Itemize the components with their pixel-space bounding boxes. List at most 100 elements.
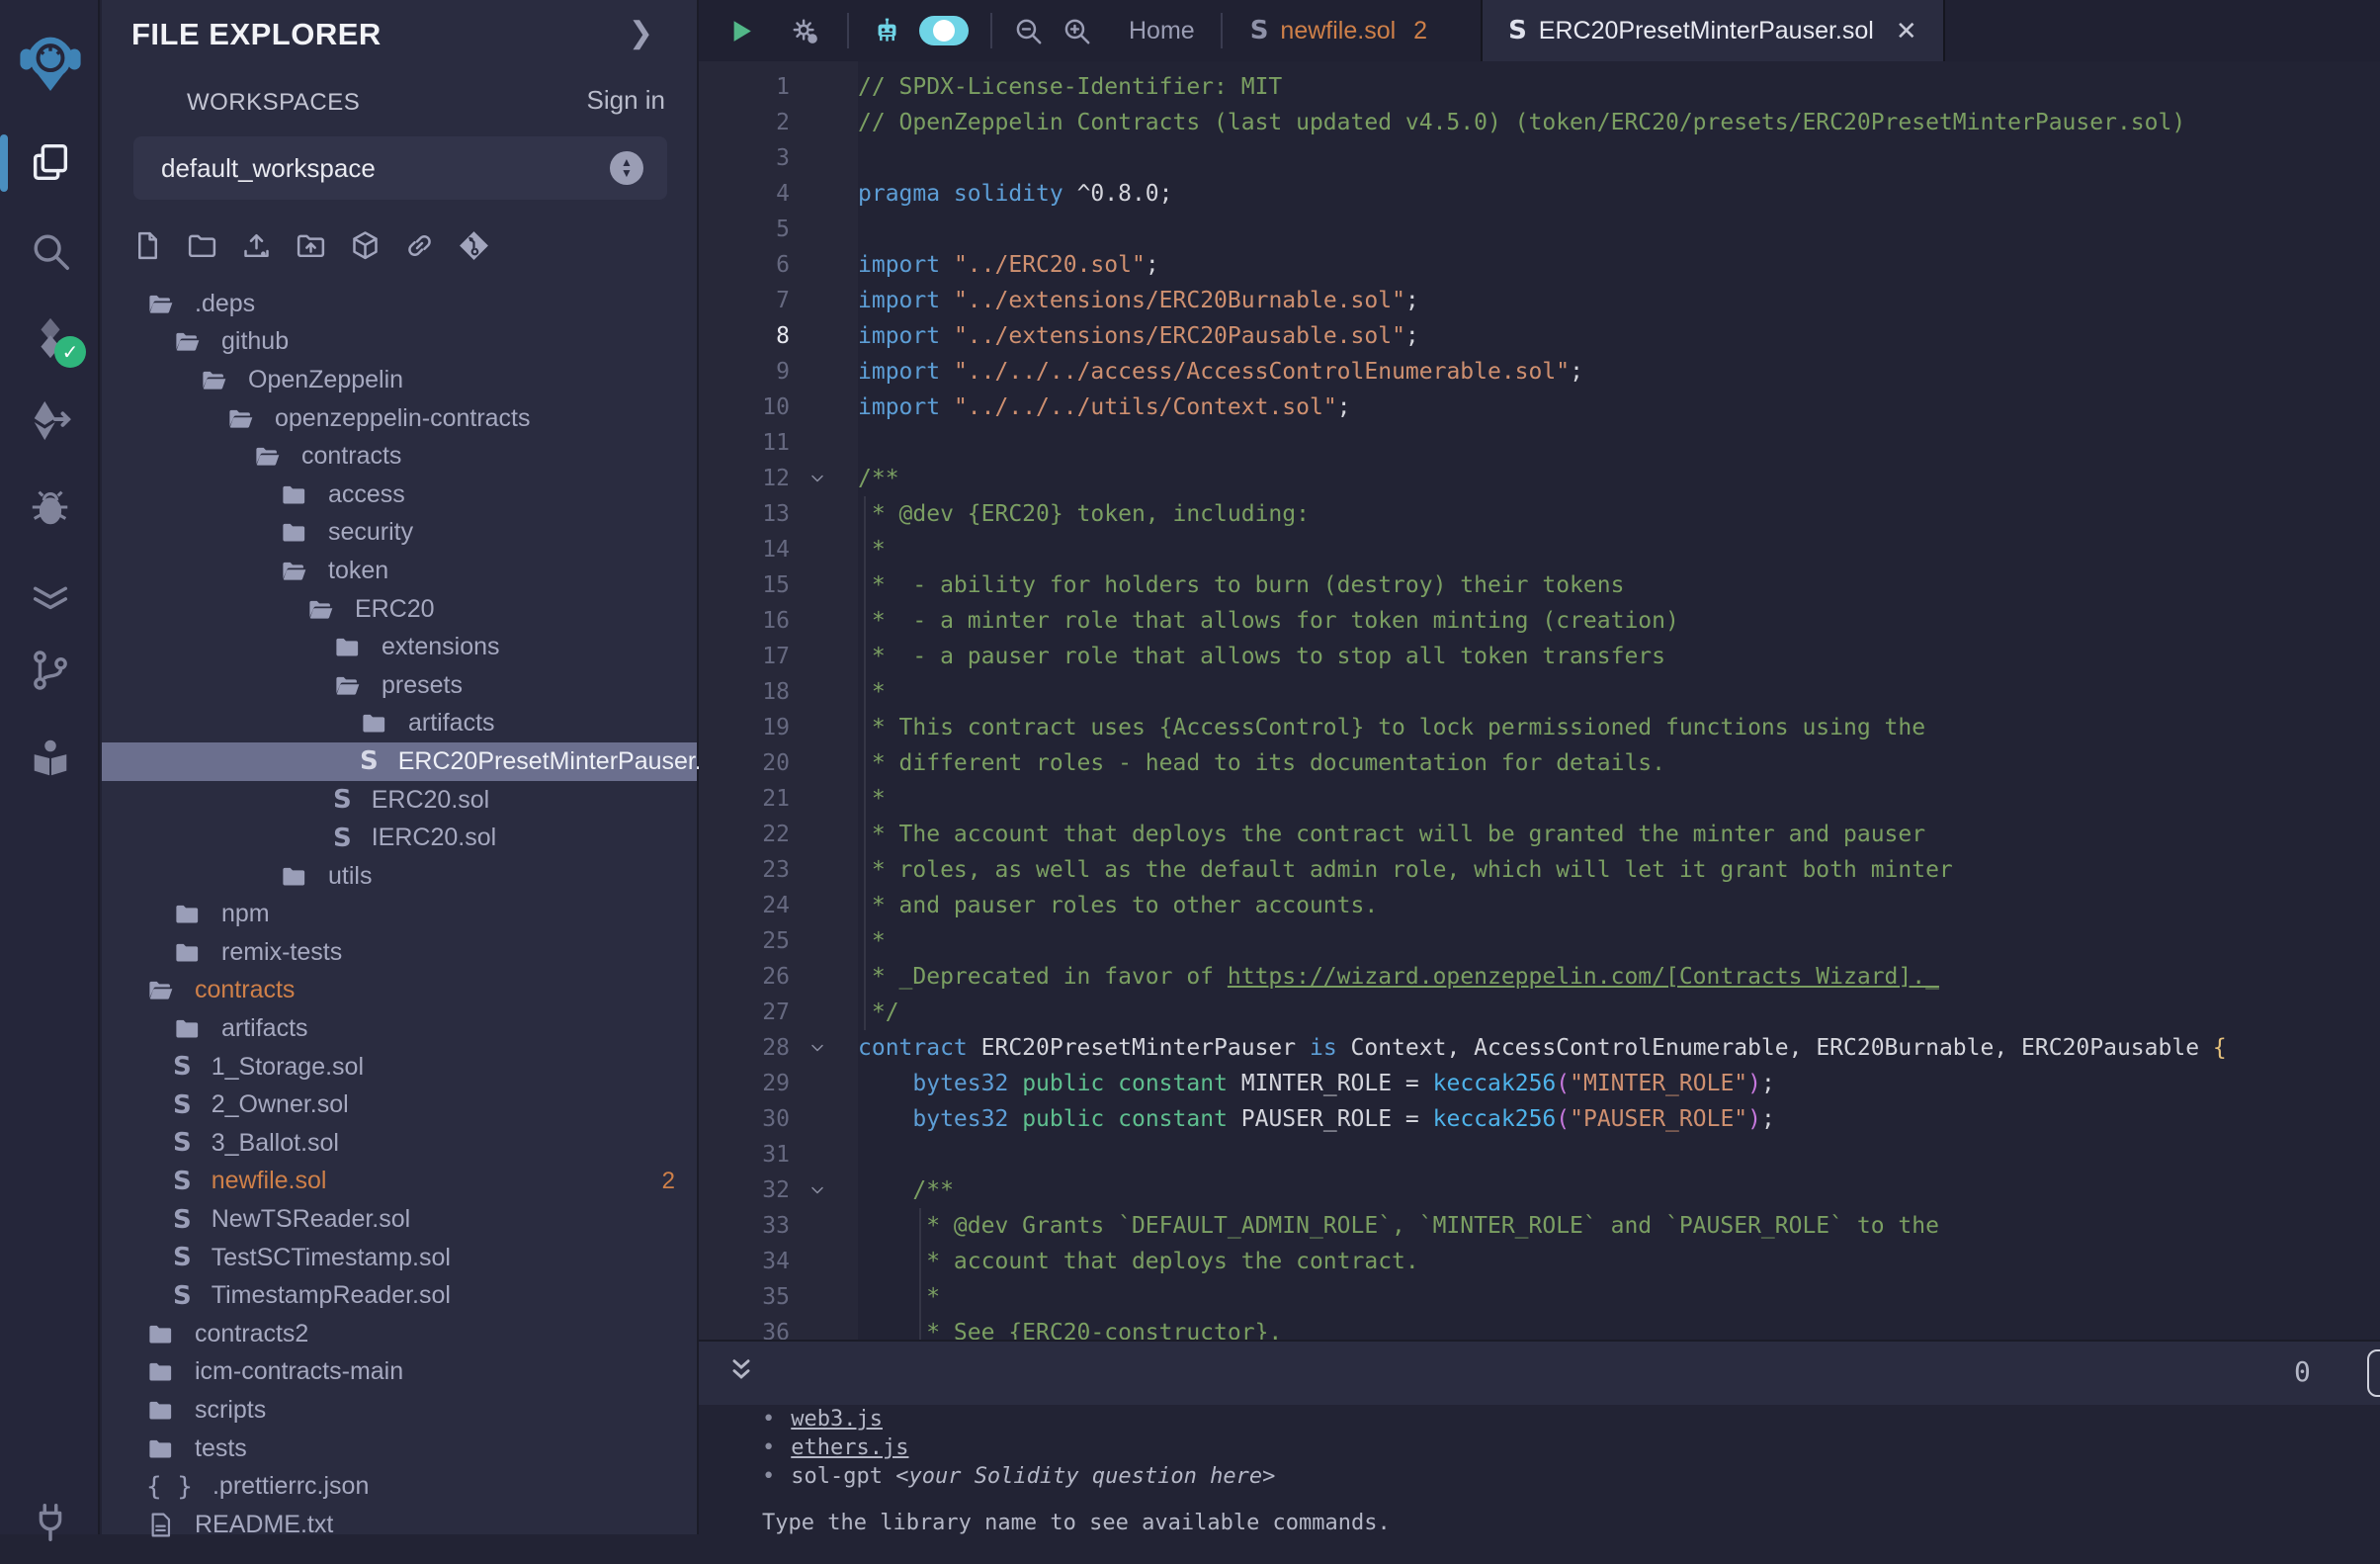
- zoom-in-button[interactable]: [1061, 15, 1093, 47]
- tree-item-security[interactable]: security: [102, 514, 697, 553]
- code-line-2[interactable]: 2// OpenZeppelin Contracts (last updated…: [699, 105, 2380, 140]
- activity-debugger[interactable]: [0, 466, 100, 549]
- tree-item-erc20[interactable]: ERC20: [102, 590, 697, 629]
- tab-newfile.sol[interactable]: Snewfile.sol2: [1223, 0, 1455, 61]
- zoom-out-button[interactable]: [1012, 15, 1045, 47]
- terminal-link[interactable]: web3.js: [791, 1407, 883, 1432]
- code-line-8[interactable]: 8import "../extensions/ERC20Pausable.sol…: [699, 318, 2380, 354]
- tree-item-icm-contracts-main[interactable]: icm-contracts-main: [102, 1353, 697, 1392]
- upload-folder-button[interactable]: [295, 229, 327, 267]
- code-line-19[interactable]: 19 * This contract uses {AccessControl} …: [699, 710, 2380, 745]
- code-line-24[interactable]: 24 * and pauser roles to other accounts.: [699, 888, 2380, 923]
- code-line-5[interactable]: 5: [699, 212, 2380, 247]
- code-line-13[interactable]: 13 * @dev {ERC20} token, including:: [699, 496, 2380, 532]
- activity-file-explorer[interactable]: [0, 121, 100, 204]
- workspace-select[interactable]: default_workspace ▲▼: [133, 136, 667, 200]
- code-line-21[interactable]: 21 *: [699, 781, 2380, 817]
- code-line-23[interactable]: 23 * roles, as well as the default admin…: [699, 852, 2380, 888]
- tree-item-remix-tests[interactable]: remix-tests: [102, 933, 697, 972]
- activity-git[interactable]: [0, 629, 100, 712]
- tree-item-erc20presetminterpauser-[interactable]: SERC20PresetMinterPauser...: [102, 742, 697, 781]
- code-line-22[interactable]: 22 * The account that deploys the contra…: [699, 817, 2380, 852]
- code-line-7[interactable]: 7import "../extensions/ERC20Burnable.sol…: [699, 283, 2380, 318]
- tree-item-tests[interactable]: tests: [102, 1430, 697, 1468]
- code-line-17[interactable]: 17 * - a pauser role that allows to stop…: [699, 639, 2380, 674]
- activity-remix-logo[interactable]: [0, 20, 100, 103]
- tree-item-newtsreader-sol[interactable]: SNewTSReader.sol: [102, 1200, 697, 1239]
- terminal-collapse-icon[interactable]: [724, 1355, 758, 1389]
- code-line-25[interactable]: 25 *: [699, 923, 2380, 959]
- code-line-1[interactable]: 1// SPDX-License-Identifier: MIT: [699, 69, 2380, 105]
- tree-item-extensions[interactable]: extensions: [102, 628, 697, 666]
- upload-file-button[interactable]: [240, 229, 273, 267]
- code-line-3[interactable]: 3: [699, 140, 2380, 176]
- tree-item-openzeppelin[interactable]: OpenZeppelin: [102, 361, 697, 399]
- tree-item-timestampreader-sol[interactable]: STimestampReader.sol: [102, 1276, 697, 1315]
- tree-item-contracts[interactable]: contracts: [102, 972, 697, 1010]
- code-line-10[interactable]: 10import "../../../utils/Context.sol";: [699, 390, 2380, 425]
- ai-assistant-icon[interactable]: [871, 15, 903, 47]
- activity-search[interactable]: [0, 210, 100, 293]
- tree-item-openzeppelin-contracts[interactable]: openzeppelin-contracts: [102, 399, 697, 438]
- tree-item-newfile-sol[interactable]: Snewfile.sol2: [102, 1163, 697, 1201]
- activity-plug[interactable]: [0, 1481, 100, 1564]
- code-line-32[interactable]: 32 /**: [699, 1173, 2380, 1208]
- git-clone-button[interactable]: [458, 229, 490, 267]
- settings-gear-button[interactable]: [789, 15, 821, 47]
- tab-ERC20PresetMinterPauser.sol[interactable]: SERC20PresetMinterPauser.sol✕: [1481, 0, 1945, 61]
- ai-copilot-toggle[interactable]: [919, 16, 969, 45]
- tree-item-erc20-sol[interactable]: SERC20.sol: [102, 781, 697, 820]
- run-script-button[interactable]: [724, 15, 757, 47]
- tree-item-token[interactable]: token: [102, 552, 697, 590]
- tree-item-readme-txt[interactable]: README.txt: [102, 1506, 697, 1544]
- link-button[interactable]: [403, 229, 436, 267]
- code-line-33[interactable]: 33 * @dev Grants `DEFAULT_ADMIN_ROLE`, `…: [699, 1208, 2380, 1244]
- code-line-27[interactable]: 27 */: [699, 995, 2380, 1030]
- tree-item-1-storage-sol[interactable]: S1_Storage.sol: [102, 1048, 697, 1086]
- tree-item-utils[interactable]: utils: [102, 857, 697, 896]
- code-line-29[interactable]: 29 bytes32 public constant MINTER_ROLE =…: [699, 1066, 2380, 1101]
- activity-deploy-run[interactable]: [0, 380, 100, 463]
- code-line-30[interactable]: 30 bytes32 public constant PAUSER_ROLE =…: [699, 1101, 2380, 1137]
- tree-item-github[interactable]: github: [102, 323, 697, 362]
- code-line-26[interactable]: 26 * _Deprecated in favor of https://wiz…: [699, 959, 2380, 995]
- sign-in-button[interactable]: Sign in: [575, 85, 666, 116]
- tree-item-testsctimestamp-sol[interactable]: STestSCTimestamp.sol: [102, 1239, 697, 1277]
- tree-item-3-ballot-sol[interactable]: S3_Ballot.sol: [102, 1124, 697, 1163]
- tree-item-scripts[interactable]: scripts: [102, 1391, 697, 1430]
- code-line-36[interactable]: 36 * See {ERC20-constructor}.: [699, 1315, 2380, 1340]
- code-line-16[interactable]: 16 * - a minter role that allows for tok…: [699, 603, 2380, 639]
- code-line-28[interactable]: 28contract ERC20PresetMinterPauser is Co…: [699, 1030, 2380, 1066]
- code-line-15[interactable]: 15 * - ability for holders to burn (dest…: [699, 567, 2380, 603]
- code-line-6[interactable]: 6import "../ERC20.sol";: [699, 247, 2380, 283]
- activity-plugin-box[interactable]: [0, 716, 100, 799]
- tree-item-ierc20-sol[interactable]: SIERC20.sol: [102, 819, 697, 857]
- code-line-4[interactable]: 4pragma solidity ^0.8.0;: [699, 176, 2380, 212]
- code-line-11[interactable]: 11: [699, 425, 2380, 461]
- tree-item-artifacts[interactable]: artifacts: [102, 1009, 697, 1048]
- activity-solidity-compiler[interactable]: ✓: [0, 297, 100, 380]
- tree-item-access[interactable]: access: [102, 476, 697, 514]
- activity-unit-testing[interactable]: [0, 554, 100, 637]
- tree-item-npm[interactable]: npm: [102, 896, 697, 934]
- code-line-34[interactable]: 34 * account that deploys the contract.: [699, 1244, 2380, 1279]
- code-line-31[interactable]: 31: [699, 1137, 2380, 1173]
- fold-chevron-icon[interactable]: [800, 1173, 835, 1208]
- tree-item-contracts2[interactable]: contracts2: [102, 1315, 697, 1353]
- new-folder-button[interactable]: [186, 229, 218, 267]
- new-file-button[interactable]: [131, 229, 164, 267]
- fold-chevron-icon[interactable]: [800, 1030, 835, 1066]
- code-editor[interactable]: 1// SPDX-License-Identifier: MIT2// Open…: [699, 61, 2380, 1340]
- code-line-14[interactable]: 14 *: [699, 532, 2380, 567]
- tree-item-contracts[interactable]: contracts: [102, 437, 697, 476]
- fold-chevron-icon[interactable]: [800, 461, 835, 496]
- tree-item--prettierrc-json[interactable]: { }.prettierrc.json: [102, 1467, 697, 1506]
- code-line-12[interactable]: 12/**: [699, 461, 2380, 496]
- tree-item--deps[interactable]: .deps: [102, 285, 697, 323]
- close-tab-icon[interactable]: ✕: [1896, 16, 1917, 46]
- terminal-link[interactable]: ethers.js: [791, 1435, 908, 1460]
- tree-item-2-owner-sol[interactable]: S2_Owner.sol: [102, 1086, 697, 1124]
- code-line-9[interactable]: 9import "../../../access/AccessControlEn…: [699, 354, 2380, 390]
- chevron-right-icon[interactable]: ❯: [629, 16, 653, 50]
- tree-item-artifacts[interactable]: artifacts: [102, 705, 697, 743]
